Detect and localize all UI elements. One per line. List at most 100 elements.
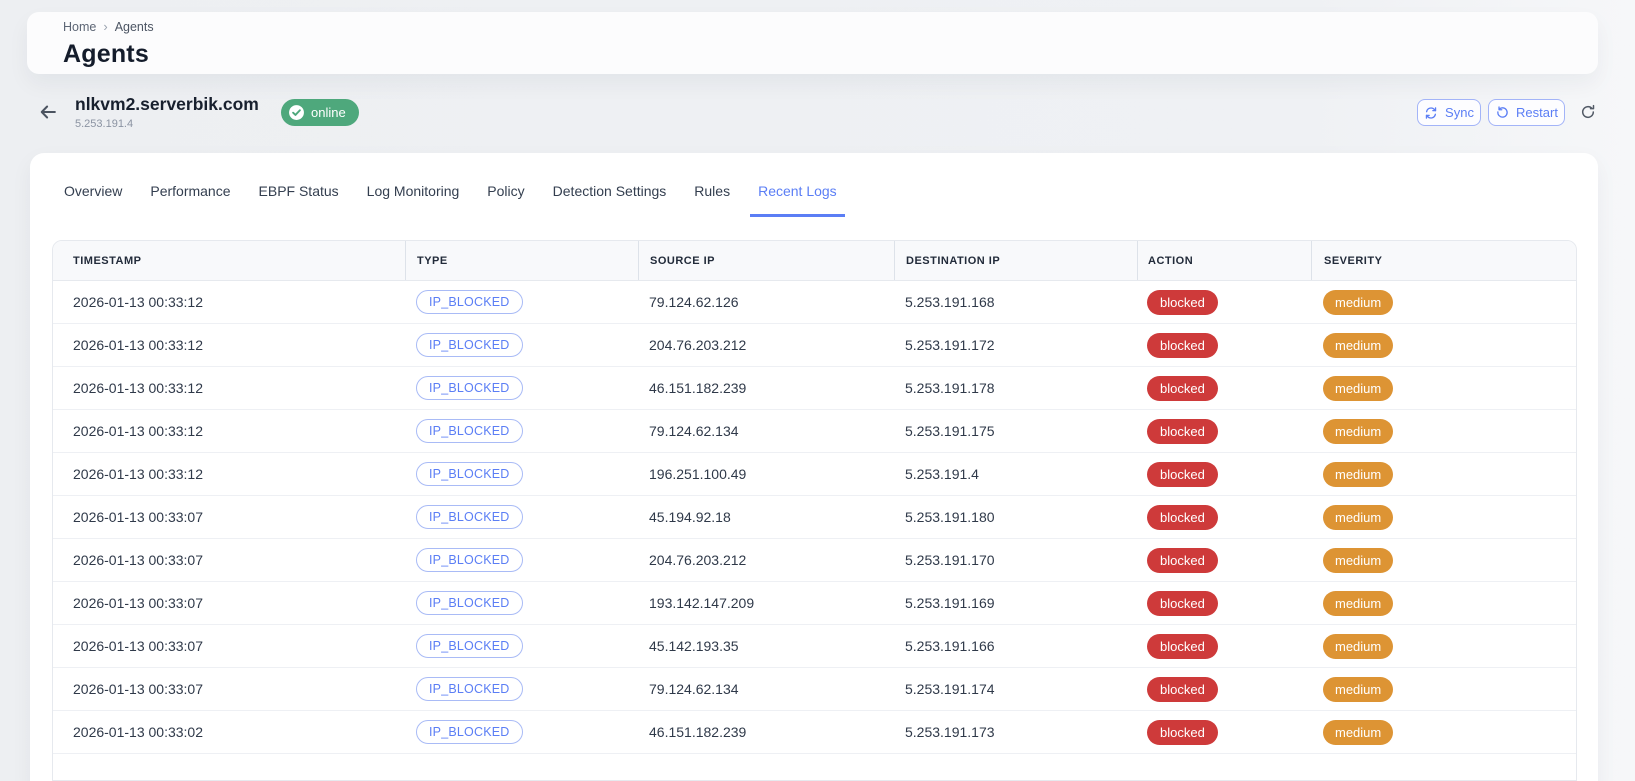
type-badge: IP_BLOCKED xyxy=(416,333,523,357)
cell-source-ip: 204.76.203.212 xyxy=(638,539,894,581)
cell-source-ip: 79.124.62.126 xyxy=(638,281,894,323)
severity-badge: medium xyxy=(1323,591,1393,616)
severity-badge: medium xyxy=(1323,333,1393,358)
tab-detection-settings[interactable]: Detection Settings xyxy=(545,181,675,217)
action-badge: blocked xyxy=(1147,462,1218,487)
cell-type: IP_BLOCKED xyxy=(405,496,638,538)
cell-destination-ip: 5.253.191.166 xyxy=(894,625,1137,667)
cell-type: IP_BLOCKED xyxy=(405,711,638,753)
table-row: 2026-01-13 00:33:12 IP_BLOCKED 204.76.203.… xyxy=(53,324,1576,367)
arrow-left-icon xyxy=(38,102,58,122)
cell-timestamp: 2026-01-13 00:33:07 xyxy=(53,668,405,710)
cell-source-ip: 196.251.100.49 xyxy=(638,453,894,495)
table-row: 2026-01-13 00:33:12IP_BLOCKED79.124.62.1… xyxy=(53,410,1576,453)
refresh-icon xyxy=(1580,104,1596,120)
cell-action: blocked xyxy=(1137,453,1311,495)
cell-destination-ip: 5.253.191.172 xyxy=(894,324,1137,366)
cell-source-ip: 204.76.203.212 xyxy=(638,324,894,366)
cell-destination-ip: 5.253.191.4 xyxy=(894,453,1137,495)
type-badge: IP_BLOCKED xyxy=(416,634,523,658)
type-badge: IP_BLOCKED xyxy=(416,290,523,314)
type-badge: IP_BLOCKED xyxy=(416,505,523,529)
tab-overview[interactable]: Overview xyxy=(56,181,130,217)
cell-source-ip: 193.142.147.209 xyxy=(638,582,894,624)
cell-source-ip: 46.151.182.239 xyxy=(638,367,894,409)
cell-severity: medium xyxy=(1311,496,1576,538)
column-header-timestamp: TIMESTAMP xyxy=(53,241,405,280)
sync-icon xyxy=(1424,106,1438,120)
cell-type: IP_BLOCKED xyxy=(405,668,638,710)
action-badge: blocked xyxy=(1147,548,1218,573)
check-circle-icon xyxy=(288,104,305,121)
cell-severity: medium xyxy=(1311,453,1576,495)
tabs: Overview Performance EBPF Status Log Monito… xyxy=(56,181,845,217)
cell-type: IP_BLOCKED xyxy=(405,324,638,366)
type-badge: IP_BLOCKED xyxy=(416,677,523,701)
type-badge: IP_BLOCKED xyxy=(416,376,523,400)
severity-badge: medium xyxy=(1323,505,1393,530)
table-row: 2026-01-13 00:33:12IP_BLOCKED46.151.182.… xyxy=(53,367,1576,410)
log-table-header: TIMESTAMPTYPESOURCE IPDESTINATION IPACTI… xyxy=(53,241,1576,281)
cell-type: IP_BLOCKED xyxy=(405,410,638,452)
severity-badge: medium xyxy=(1323,290,1393,315)
cell-severity: medium xyxy=(1311,625,1576,667)
tab-recent-logs[interactable]: Recent Logs xyxy=(750,181,845,217)
table-row: 2026-01-13 00:33:07IP_BLOCKED45.142.193.… xyxy=(53,625,1576,668)
cell-type: IP_BLOCKED xyxy=(405,453,638,495)
page-title: Agents xyxy=(63,40,149,69)
cell-action: blocked xyxy=(1137,410,1311,452)
cell-timestamp: 2026-01-13 00:33:12 xyxy=(53,453,405,495)
cell-action: blocked xyxy=(1137,324,1311,366)
cell-source-ip: 79.124.62.134 xyxy=(638,410,894,452)
tab-performance[interactable]: Performance xyxy=(142,181,238,217)
action-badge: blocked xyxy=(1147,376,1218,401)
severity-badge: medium xyxy=(1323,634,1393,659)
log-table-body: 2026-01-13 00:33:12IP_BLOCKED79.124.62.1… xyxy=(53,281,1576,754)
agent-header-bar: nlkvm2.serverbik.com 5.253.191.4 online … xyxy=(0,88,1635,138)
refresh-button[interactable] xyxy=(1578,102,1598,122)
cell-timestamp: 2026-01-13 00:33:07 xyxy=(53,539,405,581)
tab-policy[interactable]: Policy xyxy=(479,181,532,217)
cell-action: blocked xyxy=(1137,367,1311,409)
cell-severity: medium xyxy=(1311,711,1576,753)
sync-button-label: Sync xyxy=(1445,105,1474,120)
severity-badge: medium xyxy=(1323,376,1393,401)
cell-timestamp: 2026-01-13 00:33:07 xyxy=(53,582,405,624)
cell-action: blocked xyxy=(1137,668,1311,710)
breadcrumb: Home › Agents xyxy=(63,19,154,34)
tab-rules[interactable]: Rules xyxy=(686,181,738,217)
severity-badge: medium xyxy=(1323,720,1393,745)
cell-type: IP_BLOCKED xyxy=(405,281,638,323)
action-badge: blocked xyxy=(1147,720,1218,745)
tab-log-monitoring[interactable]: Log Monitoring xyxy=(359,181,468,217)
cell-severity: medium xyxy=(1311,367,1576,409)
cell-source-ip: 46.151.182.239 xyxy=(638,711,894,753)
column-header-source-ip: SOURCE IP xyxy=(638,241,894,280)
tab-ebpf-status[interactable]: EBPF Status xyxy=(251,181,347,217)
table-row: 2026-01-13 00:33:07 IP_BLOCKED 204.76.203.… xyxy=(53,539,1576,582)
action-badge: blocked xyxy=(1147,591,1218,616)
cell-action: blocked xyxy=(1137,582,1311,624)
cell-severity: medium xyxy=(1311,668,1576,710)
cell-action: blocked xyxy=(1137,625,1311,667)
cell-type: IP_BLOCKED xyxy=(405,625,638,667)
restart-button[interactable]: Restart xyxy=(1488,99,1565,126)
cell-action: blocked xyxy=(1137,711,1311,753)
cell-severity: medium xyxy=(1311,539,1576,581)
cell-destination-ip: 5.253.191.168 xyxy=(894,281,1137,323)
cell-type: IP_BLOCKED xyxy=(405,539,638,581)
back-button[interactable] xyxy=(36,100,60,124)
action-badge: blocked xyxy=(1147,333,1218,358)
cell-action: blocked xyxy=(1137,281,1311,323)
cell-timestamp: 2026-01-13 00:33:12 xyxy=(53,281,405,323)
table-row: 2026-01-13 00:33:12IP_BLOCKED196.251.100… xyxy=(53,453,1576,496)
table-row: 2026-01-13 00:33:02IP_BLOCKED46.151.182.… xyxy=(53,711,1576,754)
type-badge: IP_BLOCKED xyxy=(416,548,523,572)
sync-button[interactable]: Sync xyxy=(1417,99,1481,126)
cell-type: IP_BLOCKED xyxy=(405,582,638,624)
restart-icon xyxy=(1495,106,1509,120)
table-row: 2026-01-13 00:33:07IP_BLOCKED193.142.147… xyxy=(53,582,1576,625)
cell-destination-ip: 5.253.191.174 xyxy=(894,668,1137,710)
breadcrumb-home-link[interactable]: Home xyxy=(63,20,96,34)
cell-timestamp: 2026-01-13 00:33:12 xyxy=(53,324,405,366)
